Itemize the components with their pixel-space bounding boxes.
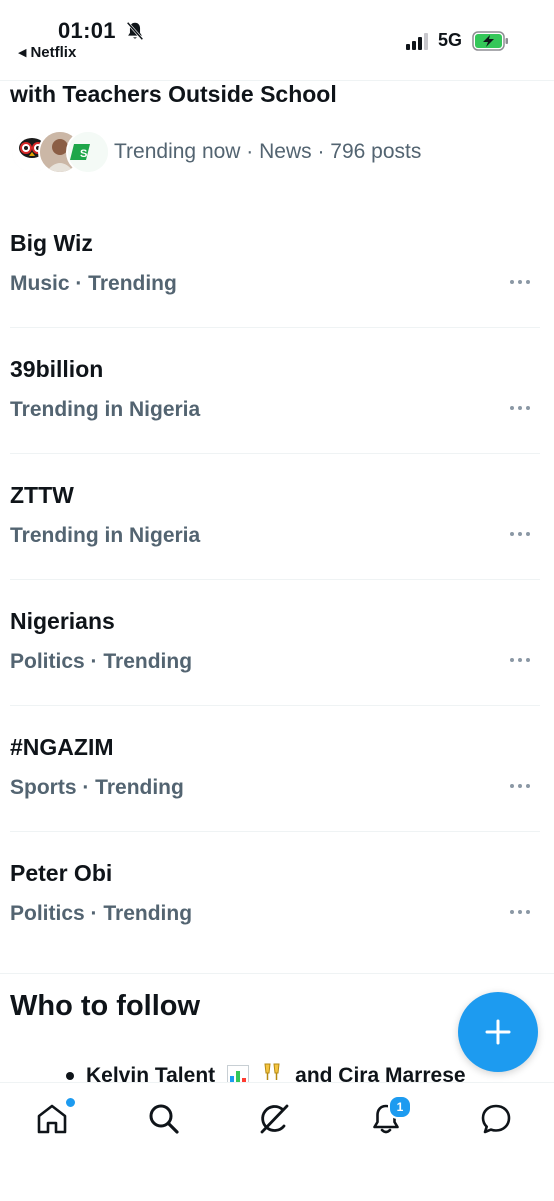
messages-icon <box>481 1104 511 1134</box>
trend-item[interactable]: #NGAZIM Sports · Trending <box>10 706 540 832</box>
home-icon <box>37 1104 67 1134</box>
explore-content: Teachers Warning Students Against Mingli… <box>0 0 554 1082</box>
preview-bullet <box>66 1072 74 1080</box>
avatar-stack: S <box>10 130 110 174</box>
more-options-icon[interactable] <box>510 652 530 668</box>
more-options-icon[interactable] <box>510 904 530 920</box>
search-icon <box>149 1104 179 1134</box>
trend-context: Politics · Trending <box>10 650 193 673</box>
more-options-icon[interactable] <box>510 400 530 416</box>
battery-charging-icon <box>472 30 508 51</box>
news-meta-text: Trending now · News · 796 posts <box>114 140 422 163</box>
bottom-navigation: 1 <box>0 1082 554 1201</box>
status-time: 01:01 <box>58 18 116 43</box>
more-options-icon[interactable] <box>510 778 530 794</box>
network-type: 5G <box>437 30 462 50</box>
svg-text:S: S <box>80 148 87 160</box>
back-arrow-icon: ◀ <box>18 47 27 59</box>
nav-grok[interactable] <box>256 1101 292 1137</box>
header-divider <box>0 80 554 81</box>
news-meta[interactable]: S Trending now · News · 796 posts <box>10 130 421 174</box>
trend-context: Politics · Trending <box>10 902 193 925</box>
nav-home[interactable] <box>34 1097 76 1137</box>
back-app-label: Netflix <box>30 44 77 61</box>
trend-item[interactable]: 39billion Trending in Nigeria <box>10 328 540 454</box>
trend-name: #NGAZIM <box>10 734 114 760</box>
trend-context: Music · Trending <box>10 272 177 295</box>
trend-name: Nigerians <box>10 608 115 634</box>
trend-item[interactable]: Peter Obi Politics · Trending <box>10 832 540 957</box>
who-to-follow-heading: Who to follow <box>10 990 201 1022</box>
back-to-app-link[interactable]: ◀ Netflix <box>18 44 76 61</box>
home-unread-dot <box>65 1097 76 1108</box>
follow-preview[interactable]: Kelvin Talent and Cira Marrese <box>66 1062 466 1082</box>
more-options-icon[interactable] <box>510 526 530 542</box>
trend-list: Big Wiz Music · Trending 39billion Trend… <box>0 202 554 957</box>
more-options-icon[interactable] <box>510 274 530 290</box>
compose-post-button[interactable] <box>458 992 538 1072</box>
trend-context: Sports · Trending <box>10 776 184 799</box>
trend-context: Trending in Nigeria <box>10 398 201 421</box>
status-bar: 01:01 ◀ Netflix 5G <box>0 0 554 80</box>
avatar-news-outlet: S <box>66 130 110 174</box>
bell-off-icon <box>126 21 144 41</box>
plus-icon <box>485 1019 511 1045</box>
preview-name: Kelvin Talent <box>86 1064 216 1082</box>
nav-notifications[interactable]: 1 <box>368 1095 412 1137</box>
trend-name: Big Wiz <box>10 230 93 256</box>
nav-search[interactable] <box>146 1101 182 1137</box>
trend-name: Peter Obi <box>10 860 113 886</box>
bar-chart-emoji-icon <box>227 1065 250 1082</box>
notifications-badge: 1 <box>388 1095 412 1119</box>
preview-suffix: and Cira Marrese <box>295 1064 466 1082</box>
trend-item[interactable]: Nigerians Politics · Trending <box>10 580 540 706</box>
trend-name: 39billion <box>10 356 104 382</box>
trend-item[interactable]: ZTTW Trending in Nigeria <box>10 454 540 580</box>
trend-context: Trending in Nigeria <box>10 524 201 547</box>
grok-icon <box>260 1104 289 1134</box>
status-indicators: 5G <box>405 30 510 51</box>
trend-item[interactable]: Big Wiz Music · Trending <box>10 202 540 328</box>
trend-name: ZTTW <box>10 482 74 508</box>
clinking-glasses-emoji-icon <box>261 1062 283 1082</box>
section-divider <box>0 973 554 974</box>
cellular-signal-icon <box>405 32 428 50</box>
nav-messages[interactable] <box>478 1101 514 1137</box>
